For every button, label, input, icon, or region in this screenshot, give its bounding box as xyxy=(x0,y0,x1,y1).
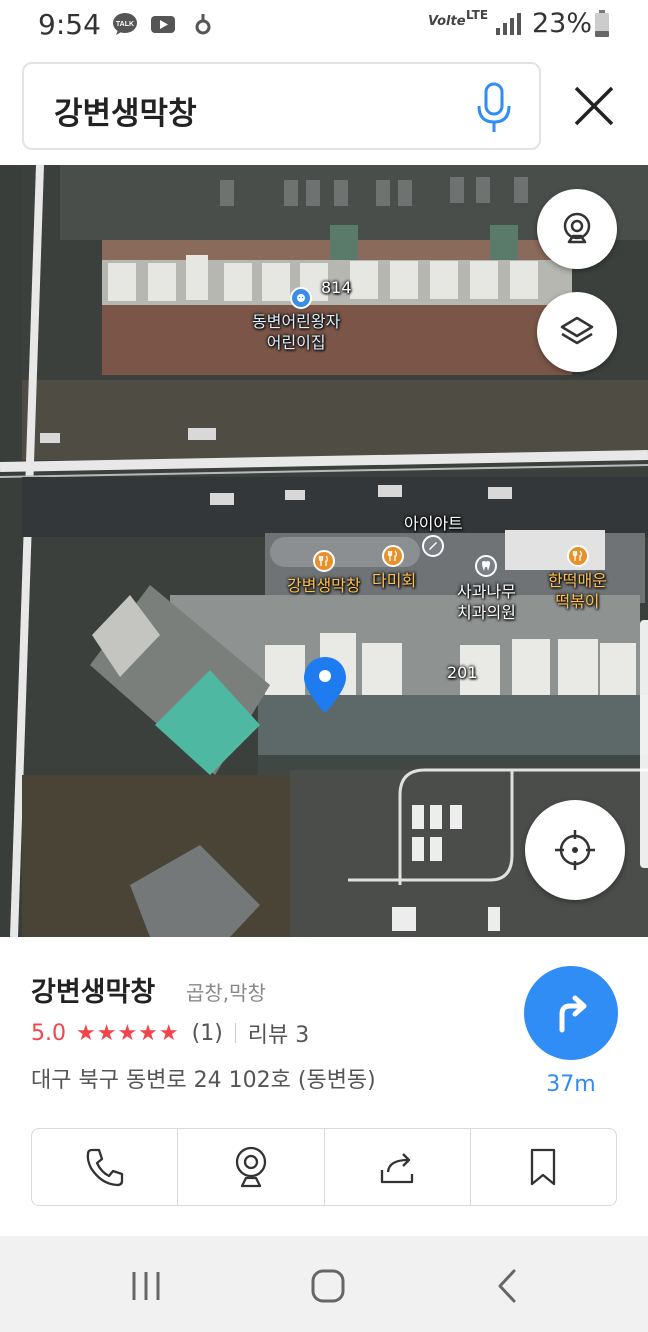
place-name[interactable]: 강변생막창 xyxy=(31,970,155,1009)
divider xyxy=(234,1023,236,1043)
roadview-icon xyxy=(563,212,591,244)
restaurant-poi-icon[interactable] xyxy=(382,545,404,567)
close-icon[interactable] xyxy=(568,80,620,132)
place-category: 곱창,막창 xyxy=(186,981,266,1005)
layers-icon xyxy=(560,316,594,345)
system-nav-bar xyxy=(0,1236,648,1332)
search-input[interactable]: 강변생막창 xyxy=(22,62,541,150)
map-label-iart[interactable]: 아이아트 xyxy=(404,513,463,534)
map-label-gangbyeon[interactable]: 강변생막창 xyxy=(287,575,361,596)
star-rating: ★★★★★ xyxy=(76,1020,180,1046)
call-button[interactable] xyxy=(32,1129,179,1205)
rating-count: (1) xyxy=(191,1020,223,1046)
daycare-poi-icon[interactable] xyxy=(290,287,312,309)
share-icon xyxy=(380,1153,414,1184)
place-address: 대구 북구 동변로 24 102호 (동변동) xyxy=(31,1068,376,1093)
crosshair-icon xyxy=(555,830,595,870)
restaurant-poi-icon[interactable] xyxy=(313,550,335,572)
map-label-814: 814 xyxy=(321,278,352,297)
home-icon[interactable] xyxy=(308,1266,348,1306)
rating-row[interactable]: 5.0 ★★★★★ (1) 리뷰 3 xyxy=(31,1017,309,1049)
directions-button[interactable] xyxy=(524,966,618,1060)
distance-label: 37m xyxy=(546,1072,596,1097)
status-bar: 9:54 TALK Volte LTE 23% xyxy=(0,0,648,50)
rating-score: 5.0 xyxy=(31,1020,66,1046)
map-label-damihoe[interactable]: 다미회 xyxy=(372,570,416,591)
youtube-icon xyxy=(151,16,175,33)
restaurant-poi-icon[interactable] xyxy=(567,545,589,567)
thumb-icon xyxy=(195,14,211,35)
map-label-201: 201 xyxy=(447,663,478,682)
panel-drag-handle[interactable] xyxy=(640,620,648,868)
recent-apps-icon[interactable] xyxy=(126,1266,166,1306)
current-location-button[interactable] xyxy=(525,800,625,900)
save-button[interactable] xyxy=(471,1129,616,1205)
battery-icon xyxy=(595,10,609,37)
roadview-icon xyxy=(235,1146,267,1188)
dental-poi-icon[interactable] xyxy=(475,555,497,577)
search-query: 강변생막창 xyxy=(54,96,197,132)
signal-icon xyxy=(496,13,521,35)
volte-indicator: Volte xyxy=(428,14,466,29)
map-layers-button[interactable] xyxy=(537,292,617,372)
phone-icon xyxy=(86,1148,123,1187)
map-view[interactable]: 814 동변어린왕자 어린이집 아이아트 강변생막창 다미회 사과나무 치과의원… xyxy=(0,165,648,937)
review-count[interactable]: 리뷰 3 xyxy=(248,1017,309,1049)
map-label-daycare[interactable]: 동변어린왕자 어린이집 xyxy=(252,311,340,353)
location-pin-icon[interactable] xyxy=(301,655,349,715)
back-icon[interactable] xyxy=(488,1266,528,1306)
talk-icon: TALK xyxy=(113,13,137,35)
roadview-action-button[interactable] xyxy=(178,1129,325,1205)
action-bar xyxy=(31,1128,617,1206)
status-time: 9:54 xyxy=(38,8,101,41)
shop-poi-icon[interactable] xyxy=(422,535,444,557)
turn-right-arrow-icon xyxy=(559,995,587,1033)
svg-text:TALK: TALK xyxy=(116,21,134,28)
map-label-tteokbokki[interactable]: 한떡매운 떡볶이 xyxy=(548,570,607,612)
bookmark-icon xyxy=(531,1148,556,1186)
battery-percent: 23% xyxy=(532,8,593,39)
microphone-icon[interactable] xyxy=(474,82,514,134)
map-label-dental[interactable]: 사과나무 치과의원 xyxy=(457,581,516,623)
share-button[interactable] xyxy=(325,1129,471,1205)
lte-indicator: LTE xyxy=(466,8,489,22)
roadview-button[interactable] xyxy=(537,189,617,269)
